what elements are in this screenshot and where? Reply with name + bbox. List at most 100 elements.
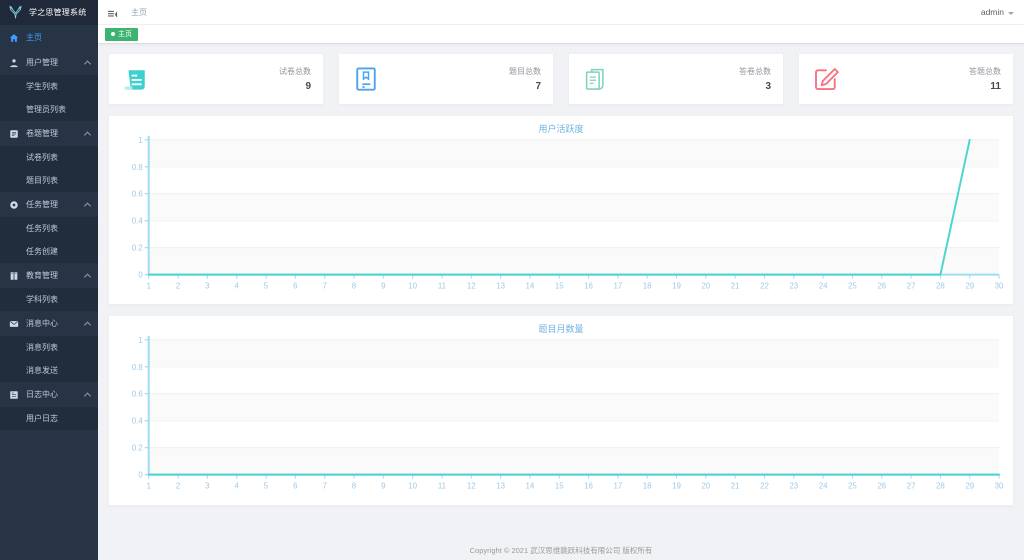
x-axis-tick-label: 1 xyxy=(147,281,152,290)
user-icon xyxy=(9,58,19,68)
sidebar-group-task-management[interactable]: 任务管理 xyxy=(0,192,98,217)
y-axis-tick-label: 0.2 xyxy=(132,244,143,253)
x-axis-tick-label: 24 xyxy=(819,281,828,290)
y-axis-tick-label: 0.4 xyxy=(132,417,144,426)
sidebar-group-log-center[interactable]: 日志中心 xyxy=(0,382,98,407)
chart-panel-monthly-questions: 题目月数量 0 0.2 0.4 0.6 0.8 1 1 2 3 4 5 6 7 8 9 10 11 12 13 14 1… xyxy=(108,315,1014,506)
sidebar-item-subject-list[interactable]: 学科列表 xyxy=(0,288,98,311)
sidebar-subitem-label: 管理员列表 xyxy=(26,105,66,114)
sidebar-item-home-label: 主页 xyxy=(26,33,42,42)
sidebar-submenu-task-management: 任务列表 任务创建 xyxy=(0,217,98,263)
x-axis-tick-label: 18 xyxy=(643,482,652,491)
stat-card-answer-sheet-total[interactable]: 答卷总数 3 xyxy=(568,53,784,105)
user-activity-line-chart[interactable]: 00.20.40.60.811 2 3 4 5 6 7 8 9 10 11 12 13 14 15 16 17 1… xyxy=(117,122,1005,300)
sidebar-item-message-send[interactable]: 消息发送 xyxy=(0,359,98,382)
sidebar-item-paper-list[interactable]: 试卷列表 xyxy=(0,146,98,169)
x-axis-tick-label: 22 xyxy=(760,482,769,491)
y-axis-tick-label: 0.4 xyxy=(132,217,144,226)
sidebar-group-education-management[interactable]: 教育管理 xyxy=(0,263,98,288)
chevron-up-icon xyxy=(83,391,92,400)
chart-panel-user-activity: 用户活跃度 0 0.2 0.4 0.6 0.8 1 1 2 3 4 5 6 7 8 9 10 11 12 13 14 1… xyxy=(108,115,1014,306)
x-axis-tick-label: 14 xyxy=(526,281,535,290)
sidebar-group-label: 用户管理 xyxy=(26,58,58,67)
x-axis-tick-label: 3 xyxy=(205,482,210,491)
x-axis-tick-label: 27 xyxy=(907,482,916,491)
sidebar-item-question-list[interactable]: 题目列表 xyxy=(0,169,98,192)
sidebar-submenu-log-center: 用户日志 xyxy=(0,407,98,430)
log-icon xyxy=(9,390,19,400)
papers-icon xyxy=(581,64,611,94)
x-axis-tick-label: 29 xyxy=(965,281,974,290)
user-menu[interactable]: admin xyxy=(981,7,1014,17)
sidebar-menu: 主页 用户管理 学生列表 管理员列表 卷题管理 试卷列表 题目列表 任务管理 任… xyxy=(0,25,98,434)
sidebar-submenu-message-center: 消息列表 消息发送 xyxy=(0,336,98,382)
x-axis-tick-label: 13 xyxy=(496,482,505,491)
top-navbar: 主页 admin xyxy=(98,0,1024,25)
dashboard-content: 试卷总数 9 题目总数 7 答卷总数 3 答题总数 11 用户活跃度 0 0.2… xyxy=(98,44,1024,540)
x-axis-tick-label: 21 xyxy=(731,482,740,491)
x-axis-tick-label: 11 xyxy=(438,482,447,491)
y-axis-tick-label: 0.8 xyxy=(132,363,144,372)
mail-icon xyxy=(9,319,19,329)
sidebar-group-user-management[interactable]: 用户管理 xyxy=(0,50,98,75)
sidebar-item-message-list[interactable]: 消息列表 xyxy=(0,336,98,359)
x-axis-tick-label: 9 xyxy=(381,482,386,491)
stat-card-meta: 题目总数 7 xyxy=(509,66,541,92)
x-axis-tick-label: 24 xyxy=(819,482,828,491)
sidebar: 学之思管理系统 主页 用户管理 学生列表 管理员列表 卷题管理 试卷列表 题目列… xyxy=(0,0,98,560)
sidebar-subitem-label: 任务创建 xyxy=(26,247,58,256)
sidebar-logo[interactable]: 学之思管理系统 xyxy=(0,0,98,25)
stat-card-label: 答题总数 xyxy=(969,67,1001,76)
y-axis-tick-label: 0 xyxy=(138,471,143,480)
sidebar-group-label: 卷题管理 xyxy=(26,129,58,138)
scroll-icon xyxy=(121,64,151,94)
x-axis-tick-label: 16 xyxy=(584,281,593,290)
exam-icon xyxy=(9,129,19,139)
sidebar-logo-text: 学之思管理系统 xyxy=(29,8,87,17)
x-axis-tick-label: 8 xyxy=(352,281,357,290)
sidebar-subitem-label: 消息发送 xyxy=(26,366,58,375)
footer-copyright: Copyright © 2021 武汉思维跳跃科技有限公司 版权所有 xyxy=(469,545,653,555)
x-axis-tick-label: 19 xyxy=(672,482,681,491)
tag-dot-icon xyxy=(111,32,115,36)
stat-card-label: 题目总数 xyxy=(509,67,541,76)
x-axis-tick-label: 20 xyxy=(701,482,710,491)
sidebar-group-label: 消息中心 xyxy=(26,319,58,328)
stat-card-paper-total[interactable]: 试卷总数 9 xyxy=(108,53,324,105)
y-axis-tick-label: 0.2 xyxy=(132,444,143,453)
y-axis-tick-label: 1 xyxy=(138,136,143,145)
x-axis-tick-label: 2 xyxy=(176,482,180,491)
tag-item-home[interactable]: 主页 xyxy=(105,27,138,41)
task-icon xyxy=(9,200,19,210)
sidebar-item-home[interactable]: 主页 xyxy=(0,25,98,50)
x-axis-tick-label: 18 xyxy=(643,281,652,290)
stat-card-answered-total[interactable]: 答题总数 11 xyxy=(798,53,1014,105)
sidebar-item-student-list[interactable]: 学生列表 xyxy=(0,75,98,98)
x-axis-tick-label: 6 xyxy=(293,482,298,491)
x-axis-tick-label: 3 xyxy=(205,281,210,290)
sidebar-item-task-create[interactable]: 任务创建 xyxy=(0,240,98,263)
stat-card-value: 7 xyxy=(535,81,541,92)
sidebar-item-admin-list[interactable]: 管理员列表 xyxy=(0,98,98,121)
sidebar-group-label: 教育管理 xyxy=(26,271,58,280)
sidebar-group-exam-management[interactable]: 卷题管理 xyxy=(0,121,98,146)
stat-card-question-total[interactable]: 题目总数 7 xyxy=(338,53,554,105)
x-axis-tick-label: 26 xyxy=(877,281,886,290)
hamburger-icon[interactable] xyxy=(107,7,118,18)
stat-card-meta: 答题总数 11 xyxy=(969,66,1001,92)
y-axis-tick-label: 0 xyxy=(138,271,143,280)
x-axis-tick-label: 7 xyxy=(322,482,326,491)
sidebar-group-message-center[interactable]: 消息中心 xyxy=(0,311,98,336)
x-axis-tick-label: 14 xyxy=(526,482,535,491)
book-cover-icon xyxy=(351,64,381,94)
sidebar-subitem-label: 学科列表 xyxy=(26,295,58,304)
x-axis-tick-label: 6 xyxy=(293,281,298,290)
x-axis-tick-label: 28 xyxy=(936,281,945,290)
user-name-label: admin xyxy=(980,7,1004,17)
x-axis-tick-label: 15 xyxy=(555,482,564,491)
chevron-up-icon xyxy=(83,320,92,329)
sidebar-item-user-log[interactable]: 用户日志 xyxy=(0,407,98,430)
sidebar-item-task-list[interactable]: 任务列表 xyxy=(0,217,98,240)
breadcrumb[interactable]: 主页 xyxy=(131,7,147,18)
monthly-questions-line-chart[interactable]: 00.20.40.60.811 2 3 4 5 6 7 8 9 10 11 12 13 14 15 16 17 1… xyxy=(117,322,1005,500)
